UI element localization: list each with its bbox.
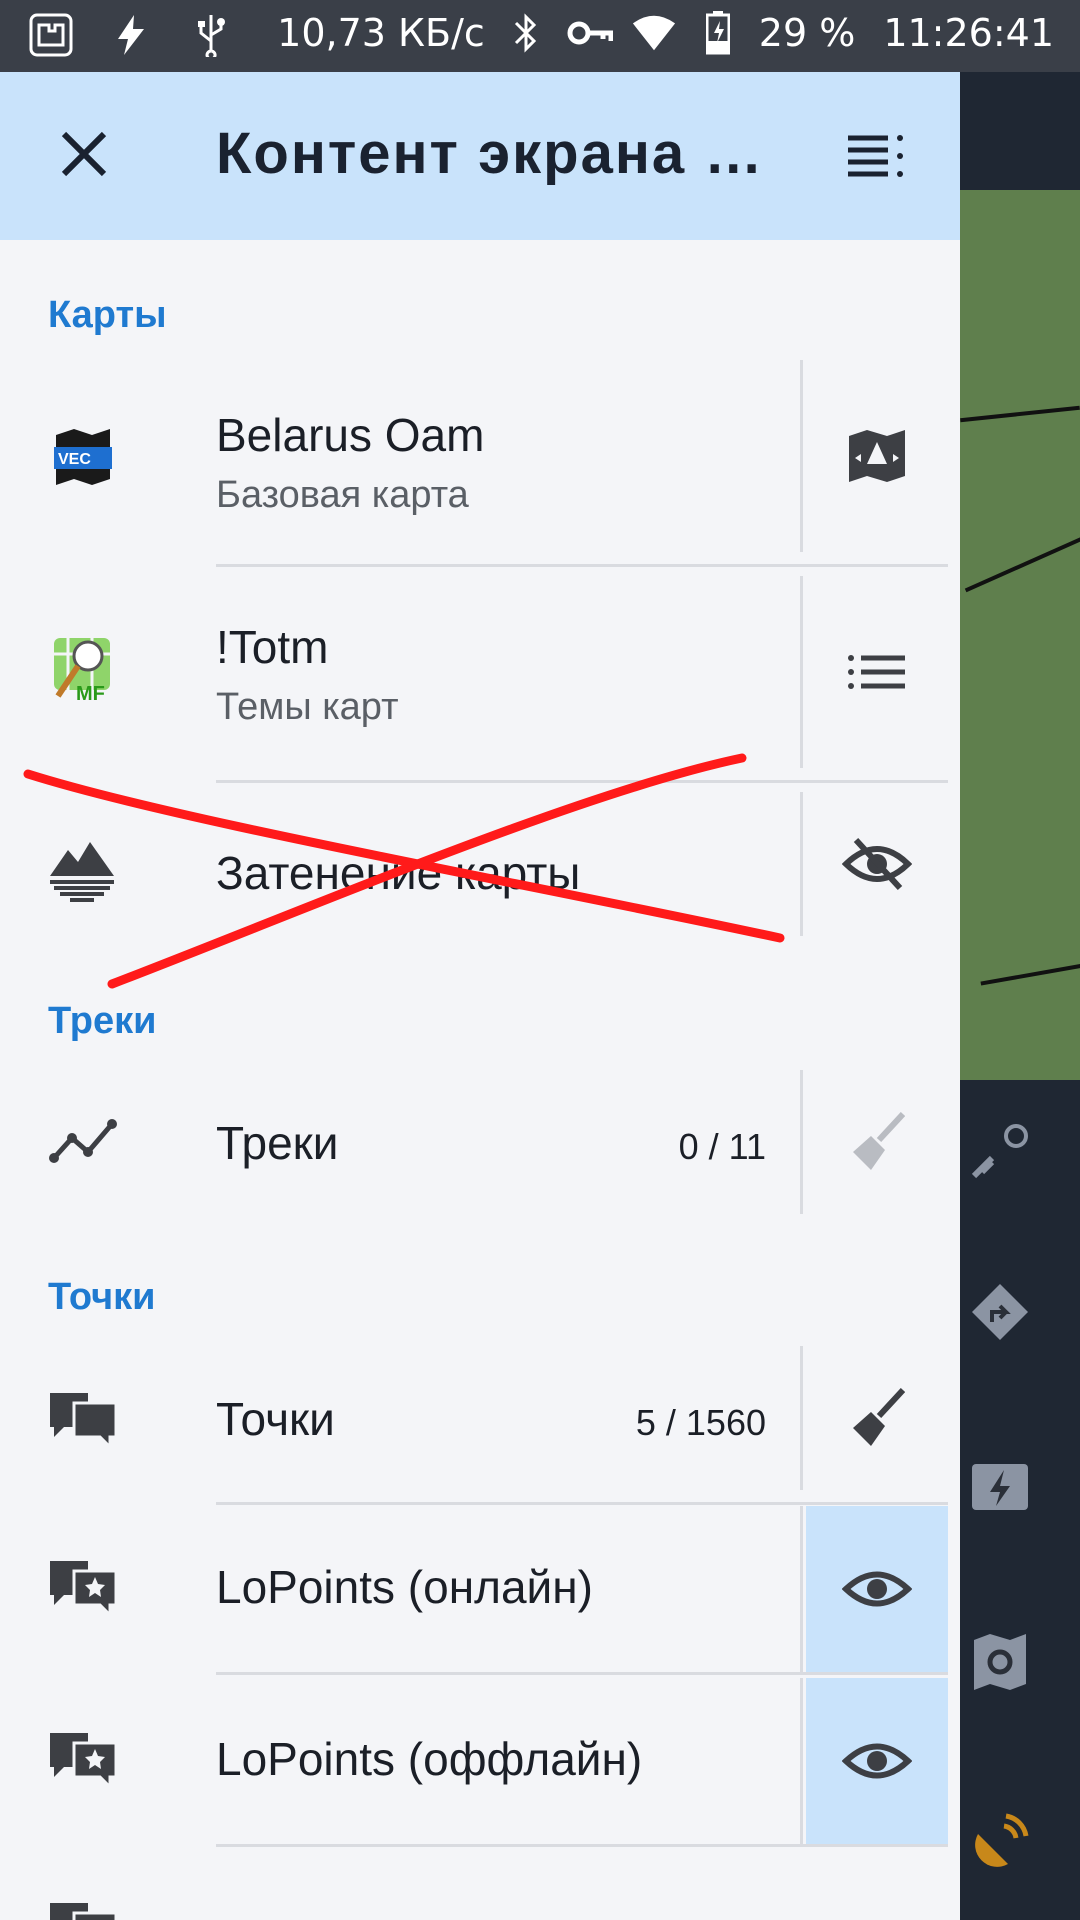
list-item-lopoints-offline[interactable]: LoPoints (оффлайн) [0,1678,960,1844]
list-item-tracks[interactable]: Треки 0 / 11 [0,1070,960,1220]
divider [216,1672,948,1675]
row-count: 0 / 11 [678,1126,766,1167]
map-icon[interactable] [806,360,948,552]
list-item-partial[interactable] [0,1852,960,1920]
battery-percent: 29 % [758,11,856,55]
list-item-points[interactable]: Точки 5 / 1560 [0,1346,960,1496]
broom-icon[interactable] [806,1346,948,1490]
divider [216,564,948,567]
drawer-header: Контент экрана … [0,72,960,240]
eye-icon[interactable] [806,1678,948,1844]
route-icon[interactable] [970,1282,1030,1342]
section-maps: Карты [48,294,167,336]
network-speed: 10,73 КБ/с [277,11,485,55]
usb-icon [188,12,234,58]
list-item-map2[interactable]: MF !Totm Темы карт [0,576,960,782]
list-item-map1[interactable]: VEC Belarus Oam Базовая карта [0,360,960,566]
close-icon[interactable] [52,122,116,186]
divider [216,1844,948,1847]
svg-text:VEC: VEC [58,451,91,468]
wifi-icon [631,10,677,56]
row-title: !Totm [216,621,329,673]
divider [216,1502,948,1505]
menu-list-icon[interactable] [844,128,908,184]
row-title: LoPoints (оффлайн) [216,1733,643,1785]
vector-map-icon: VEC [48,422,118,492]
row-title: Точки [216,1393,335,1445]
svg-text:MF: MF [76,683,105,704]
zoom-locate-icon[interactable] [970,1122,1030,1182]
points-icon [48,1384,118,1454]
flash-icon [108,12,154,58]
divider [800,1506,803,1672]
row-title: Треки [216,1117,339,1169]
map-view[interactable] [960,72,1080,1920]
divider [800,792,803,936]
content-drawer: Контент экрана … Карты VEC Belarus Oam Б… [0,72,960,1920]
row-title: Затенение карты [216,847,581,899]
row-subtitle: Базовая карта [216,474,469,516]
divider [800,1070,803,1214]
list-item-lopoints-online[interactable]: LoPoints (онлайн) [0,1506,960,1672]
bluetooth-icon [503,10,549,56]
list-item-map3[interactable]: Затенение карты [0,792,960,972]
eye-icon[interactable] [806,1506,948,1672]
row-subtitle: Темы карт [216,686,399,728]
status-bar: 10,73 КБ/с 29 % 11:26:41 [0,0,1080,72]
map-forest-area [960,190,1080,1080]
flash-action-icon[interactable] [970,1462,1030,1522]
section-points: Точки [48,1276,156,1318]
map-settings-icon[interactable] [970,1632,1030,1692]
divider [800,1678,803,1844]
row-title: LoPoints (онлайн) [216,1561,593,1613]
broom-icon[interactable] [806,1070,948,1214]
status-left-icons [28,12,234,58]
vpn-key-icon [567,10,613,56]
row-title: Belarus Oam [216,409,485,461]
mapsforge-theme-icon: MF [48,634,118,704]
star-points-icon [48,1724,118,1794]
divider [800,576,803,768]
gps-icon[interactable] [970,1812,1030,1872]
divider [800,360,803,552]
section-tracks: Треки [48,1000,157,1042]
eye-off-icon[interactable] [806,792,948,936]
divider [216,780,948,783]
clock: 11:26:41 [883,11,1054,55]
row-count: 5 / 1560 [635,1402,766,1443]
divider [800,1346,803,1490]
list-icon[interactable] [806,576,948,768]
battery-charging-icon [695,10,741,56]
puzzle-app-icon [28,12,74,58]
status-right: 10,73 КБ/с 29 % 11:26:41 [277,10,1054,56]
points-icon [48,1894,118,1920]
hillshade-icon [48,836,118,906]
star-points-icon [48,1552,118,1622]
track-icon [48,1108,118,1178]
page-title: Контент экрана … [216,121,765,186]
